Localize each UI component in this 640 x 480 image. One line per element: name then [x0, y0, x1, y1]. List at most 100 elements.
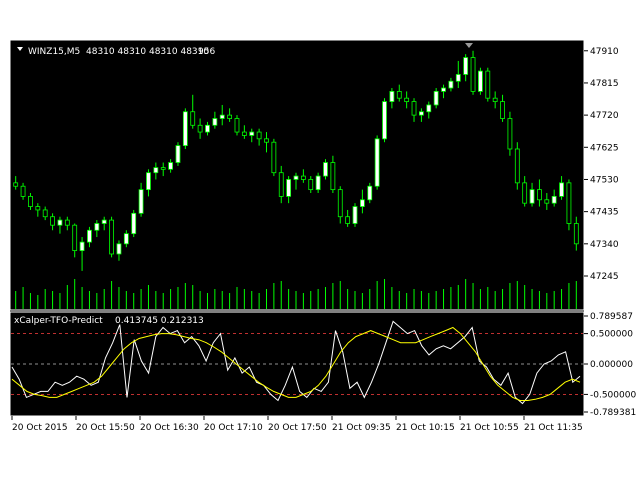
candle-body	[396, 91, 402, 99]
candle-body	[382, 101, 387, 140]
candle-body	[300, 175, 306, 180]
candle-body	[116, 243, 122, 255]
candle-body	[13, 182, 19, 187]
candle-body	[205, 124, 210, 133]
candle-body	[249, 131, 255, 136]
candle-body	[197, 124, 203, 133]
candle-body	[64, 219, 70, 226]
candle-body	[419, 111, 424, 116]
price-tick-label: 47910	[590, 47, 619, 57]
time-axis: 20 Oct 2015 20 Oct 15:50 20 Oct 16:30 20 Oc…	[11, 416, 583, 433]
candle-body	[190, 111, 196, 126]
candle-body	[94, 223, 100, 231]
candle-body	[101, 219, 107, 224]
candle-body	[308, 179, 314, 191]
candle-body	[256, 131, 262, 140]
candle-body	[411, 101, 417, 116]
indicator-tick-label: -0.500000	[590, 390, 636, 400]
candle-body	[153, 167, 159, 174]
candle-body	[330, 162, 336, 191]
candle-body	[87, 229, 92, 243]
price-tick-label: 47340	[590, 240, 619, 250]
candle-body	[359, 199, 365, 207]
time-tick-label: 20 Oct 15:50	[76, 423, 135, 433]
indicator-tick-label: 0.000000	[590, 360, 633, 370]
price-tick-label: 47245	[590, 272, 619, 282]
indicator-name-label: xCalper-TFO-Predict	[14, 316, 103, 326]
candle-body	[72, 224, 78, 251]
indicator-tick-label: 0.500000	[590, 330, 633, 340]
candle-body	[551, 195, 557, 204]
candle-body	[175, 145, 181, 163]
time-tick-label: 20 Oct 17:50	[268, 423, 327, 433]
candle-body	[485, 70, 491, 99]
candle-body	[131, 212, 137, 235]
candle-body	[352, 206, 358, 224]
volume-value-label: 956	[198, 47, 215, 57]
price-tick-label: 47625	[590, 143, 619, 153]
candle-body	[293, 175, 299, 180]
candle-body	[507, 118, 513, 150]
candle-body	[426, 104, 432, 113]
time-tick-label: 21 Oct 10:55	[460, 423, 519, 433]
candle-body	[219, 114, 225, 119]
candle-body	[109, 219, 114, 255]
time-tick-label: 20 Oct 2015	[12, 423, 68, 433]
candle-body	[455, 74, 461, 82]
time-tick-label: 21 Oct 10:15	[396, 423, 455, 433]
candle-body	[478, 70, 483, 92]
time-tick-label: 21 Oct 09:35	[332, 423, 391, 433]
candle-body	[79, 241, 85, 251]
candle-body	[212, 118, 218, 126]
candle-body	[20, 185, 26, 197]
candle-body	[286, 179, 292, 197]
candle-body	[57, 219, 63, 226]
candle-body	[234, 118, 240, 133]
candle-body	[573, 223, 579, 245]
trading-chart: WINZ15,M5 48310 48310 48310 48310 956 xC…	[9, 39, 636, 433]
candle-body	[42, 209, 48, 218]
candle-body	[448, 80, 454, 89]
ohlc-values-label: 48310 48310 48310 48310	[86, 47, 209, 57]
candle-body	[389, 91, 395, 102]
candle-body	[433, 91, 439, 106]
price-tick-label: 47435	[590, 208, 619, 218]
candle-body	[404, 97, 410, 102]
indicator-values-label: 0.413745 0.212313	[115, 316, 204, 326]
price-tick-label: 47815	[590, 79, 619, 89]
candle-body	[278, 172, 284, 197]
candle-body	[566, 182, 572, 224]
indicator-axis: 0.789587 0.500000 0.000000 -0.500000 -0.7893…	[584, 312, 636, 418]
candle-body	[522, 182, 528, 204]
candle-body	[500, 101, 505, 119]
candle-body	[227, 114, 233, 119]
indicator-tick-label: -0.789381	[590, 408, 636, 418]
candle-body	[50, 216, 55, 226]
chart-info-header: WINZ15,M5 48310 48310 48310 48310 956	[17, 47, 215, 57]
candle-body	[337, 189, 343, 218]
candle-body	[123, 233, 129, 245]
time-tick-label: 20 Oct 16:30	[140, 423, 199, 433]
time-tick-label: 20 Oct 17:10	[204, 423, 263, 433]
symbol-timeframe-label: WINZ15,M5	[28, 47, 80, 57]
candle-body	[529, 189, 535, 204]
candle-body	[28, 195, 33, 207]
price-tick-label: 47720	[590, 111, 619, 121]
candle-body	[441, 87, 446, 92]
price-tick-label: 47530	[590, 175, 619, 185]
candle-body	[559, 182, 564, 197]
candle-body	[463, 57, 469, 75]
candle-body	[264, 138, 269, 143]
candle-body	[146, 172, 151, 191]
candle-body	[315, 175, 321, 191]
candle-body	[241, 131, 247, 136]
candle-body	[168, 162, 173, 170]
candle-body	[544, 199, 550, 204]
candle-body	[35, 206, 41, 211]
price-axis: 47910 47815 47720 47625 47530 47435 47340 47245	[584, 47, 619, 282]
time-tick-label: 21 Oct 11:35	[524, 423, 583, 433]
indicator-tick-label: 0.789587	[590, 312, 633, 322]
candle-body	[492, 97, 498, 102]
candle-body	[470, 57, 476, 92]
candle-body	[514, 148, 520, 184]
